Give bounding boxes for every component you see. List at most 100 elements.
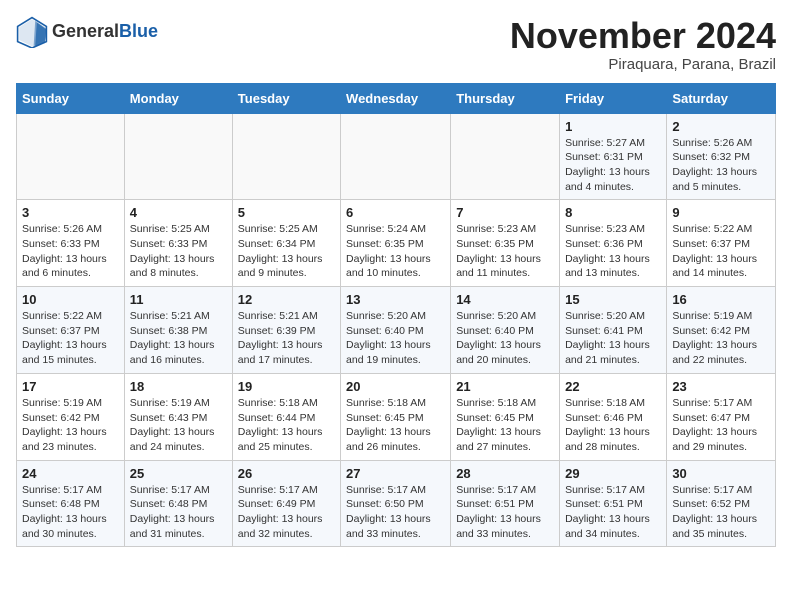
day-number: 4 [130,205,227,220]
day-info: Sunrise: 5:17 AM Sunset: 6:51 PM Dayligh… [456,483,554,542]
day-number: 26 [238,466,335,481]
day-number: 8 [565,205,661,220]
logo-text: GeneralBlue [52,22,158,42]
day-info: Sunrise: 5:20 AM Sunset: 6:40 PM Dayligh… [456,309,554,368]
day-number: 13 [346,292,445,307]
week-row-3: 10Sunrise: 5:22 AM Sunset: 6:37 PM Dayli… [17,287,776,374]
calendar-table: SundayMondayTuesdayWednesdayThursdayFrid… [16,83,776,548]
col-header-thursday: Thursday [451,83,560,113]
logo: GeneralBlue [16,16,158,48]
day-cell [451,113,560,200]
day-cell: 4 Sunrise: 5:25 AM Sunset: 6:33 PM Daylig… [124,200,232,287]
logo-icon [16,16,48,48]
day-info: Sunrise: 5:19 AM Sunset: 6:42 PM Dayligh… [22,396,119,455]
day-cell: 30 Sunrise: 5:17 AM Sunset: 6:52 PM Dayli… [667,460,776,547]
day-number: 16 [672,292,770,307]
day-info: Sunrise: 5:17 AM Sunset: 6:48 PM Dayligh… [22,483,119,542]
day-number: 21 [456,379,554,394]
day-number: 10 [22,292,119,307]
day-number: 18 [130,379,227,394]
day-cell: 10Sunrise: 5:22 AM Sunset: 6:37 PM Dayli… [17,287,125,374]
day-cell: 19 Sunrise: 5:18 AM Sunset: 6:44 PM Dayli… [232,373,340,460]
day-number: 3 [22,205,119,220]
day-cell: 27 Sunrise: 5:17 AM Sunset: 6:50 PM Dayli… [341,460,451,547]
day-cell: 14 Sunrise: 5:20 AM Sunset: 6:40 PM Dayli… [451,287,560,374]
week-row-1: 1Sunrise: 5:27 AM Sunset: 6:31 PM Daylig… [17,113,776,200]
day-info: Sunrise: 5:19 AM Sunset: 6:43 PM Dayligh… [130,396,227,455]
day-number: 30 [672,466,770,481]
day-cell: 16 Sunrise: 5:19 AM Sunset: 6:42 PM Dayli… [667,287,776,374]
day-cell: 17 Sunrise: 5:19 AM Sunset: 6:42 PM Dayli… [17,373,125,460]
day-number: 1 [565,119,661,134]
day-number: 25 [130,466,227,481]
day-cell: 21 Sunrise: 5:18 AM Sunset: 6:45 PM Dayli… [451,373,560,460]
day-info: Sunrise: 5:24 AM Sunset: 6:35 PM Dayligh… [346,222,445,281]
day-info: Sunrise: 5:17 AM Sunset: 6:48 PM Dayligh… [130,483,227,542]
day-cell: 23 Sunrise: 5:17 AM Sunset: 6:47 PM Dayli… [667,373,776,460]
day-info: Sunrise: 5:25 AM Sunset: 6:34 PM Dayligh… [238,222,335,281]
day-cell: 29 Sunrise: 5:17 AM Sunset: 6:51 PM Dayli… [560,460,667,547]
day-number: 22 [565,379,661,394]
day-info: Sunrise: 5:22 AM Sunset: 6:37 PM Dayligh… [672,222,770,281]
day-info: Sunrise: 5:20 AM Sunset: 6:41 PM Dayligh… [565,309,661,368]
day-info: Sunrise: 5:23 AM Sunset: 6:36 PM Dayligh… [565,222,661,281]
col-header-saturday: Saturday [667,83,776,113]
day-info: Sunrise: 5:17 AM Sunset: 6:51 PM Dayligh… [565,483,661,542]
day-info: Sunrise: 5:20 AM Sunset: 6:40 PM Dayligh… [346,309,445,368]
day-cell: 2 Sunrise: 5:26 AM Sunset: 6:32 PM Daylig… [667,113,776,200]
month-title: November 2024 [510,16,776,56]
day-cell: 7 Sunrise: 5:23 AM Sunset: 6:35 PM Daylig… [451,200,560,287]
col-header-wednesday: Wednesday [341,83,451,113]
day-cell: 1Sunrise: 5:27 AM Sunset: 6:31 PM Daylig… [560,113,667,200]
day-cell: 24 Sunrise: 5:17 AM Sunset: 6:48 PM Dayli… [17,460,125,547]
day-info: Sunrise: 5:26 AM Sunset: 6:32 PM Dayligh… [672,136,770,195]
header-row: SundayMondayTuesdayWednesdayThursdayFrid… [17,83,776,113]
day-cell: 11Sunrise: 5:21 AM Sunset: 6:38 PM Dayli… [124,287,232,374]
day-number: 9 [672,205,770,220]
day-number: 27 [346,466,445,481]
day-number: 28 [456,466,554,481]
day-info: Sunrise: 5:25 AM Sunset: 6:33 PM Dayligh… [130,222,227,281]
day-number: 14 [456,292,554,307]
day-number: 2 [672,119,770,134]
day-cell: 9 Sunrise: 5:22 AM Sunset: 6:37 PM Daylig… [667,200,776,287]
col-header-friday: Friday [560,83,667,113]
day-number: 6 [346,205,445,220]
day-cell: 20 Sunrise: 5:18 AM Sunset: 6:45 PM Dayli… [341,373,451,460]
day-number: 17 [22,379,119,394]
day-number: 29 [565,466,661,481]
day-info: Sunrise: 5:17 AM Sunset: 6:49 PM Dayligh… [238,483,335,542]
day-info: Sunrise: 5:21 AM Sunset: 6:39 PM Dayligh… [238,309,335,368]
day-info: Sunrise: 5:17 AM Sunset: 6:50 PM Dayligh… [346,483,445,542]
day-info: Sunrise: 5:26 AM Sunset: 6:33 PM Dayligh… [22,222,119,281]
day-cell: 12Sunrise: 5:21 AM Sunset: 6:39 PM Dayli… [232,287,340,374]
location: Piraquara, Parana, Brazil [510,56,776,73]
day-cell [124,113,232,200]
day-cell: 5 Sunrise: 5:25 AM Sunset: 6:34 PM Daylig… [232,200,340,287]
day-number: 15 [565,292,661,307]
day-cell: 13 Sunrise: 5:20 AM Sunset: 6:40 PM Dayli… [341,287,451,374]
day-number: 19 [238,379,335,394]
week-row-5: 24 Sunrise: 5:17 AM Sunset: 6:48 PM Dayli… [17,460,776,547]
day-cell: 22 Sunrise: 5:18 AM Sunset: 6:46 PM Dayli… [560,373,667,460]
day-info: Sunrise: 5:18 AM Sunset: 6:44 PM Dayligh… [238,396,335,455]
day-info: Sunrise: 5:17 AM Sunset: 6:47 PM Dayligh… [672,396,770,455]
day-cell: 18 Sunrise: 5:19 AM Sunset: 6:43 PM Dayli… [124,373,232,460]
day-number: 24 [22,466,119,481]
day-info: Sunrise: 5:17 AM Sunset: 6:52 PM Dayligh… [672,483,770,542]
day-info: Sunrise: 5:19 AM Sunset: 6:42 PM Dayligh… [672,309,770,368]
week-row-4: 17 Sunrise: 5:19 AM Sunset: 6:42 PM Dayli… [17,373,776,460]
title-block: November 2024 Piraquara, Parana, Brazil [510,16,776,73]
day-number: 23 [672,379,770,394]
day-info: Sunrise: 5:18 AM Sunset: 6:45 PM Dayligh… [346,396,445,455]
day-number: 5 [238,205,335,220]
day-cell: 25 Sunrise: 5:17 AM Sunset: 6:48 PM Dayli… [124,460,232,547]
day-cell: 6 Sunrise: 5:24 AM Sunset: 6:35 PM Daylig… [341,200,451,287]
day-number: 7 [456,205,554,220]
day-number: 20 [346,379,445,394]
day-info: Sunrise: 5:18 AM Sunset: 6:45 PM Dayligh… [456,396,554,455]
day-info: Sunrise: 5:23 AM Sunset: 6:35 PM Dayligh… [456,222,554,281]
day-info: Sunrise: 5:18 AM Sunset: 6:46 PM Dayligh… [565,396,661,455]
day-cell [341,113,451,200]
day-cell: 26 Sunrise: 5:17 AM Sunset: 6:49 PM Dayli… [232,460,340,547]
